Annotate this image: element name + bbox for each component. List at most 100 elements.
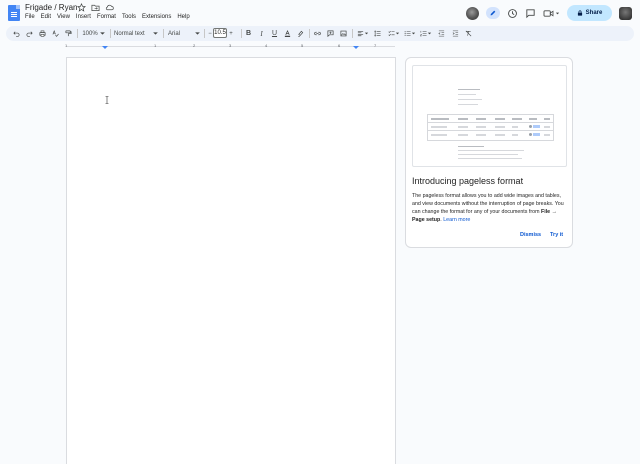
table-cell xyxy=(476,126,486,128)
illustration-table xyxy=(427,114,554,141)
illustration-line xyxy=(458,154,518,155)
formatting-toolbar: 100% Normal text Arial − 10.5 + B I U xyxy=(6,26,634,41)
paint-format-icon[interactable] xyxy=(64,26,73,41)
chevron-down-icon[interactable] xyxy=(99,26,106,41)
menu-edit[interactable]: Edit xyxy=(41,14,51,20)
italic-icon[interactable]: I xyxy=(257,26,266,41)
menu-format[interactable]: Format xyxy=(97,14,116,20)
docs-logo-icon[interactable] xyxy=(8,5,20,21)
share-label: Share xyxy=(585,10,603,16)
file-menu-reference: File xyxy=(540,209,551,215)
table-cell xyxy=(431,134,447,136)
table-cell xyxy=(458,134,468,136)
history-icon[interactable] xyxy=(507,8,518,19)
ruler: 1 1 2 3 4 5 6 7 xyxy=(0,43,640,51)
redo-icon[interactable] xyxy=(25,26,34,41)
title-bar: Frigade / Ryan File Edit View Insert For… xyxy=(0,0,640,26)
illustration-line xyxy=(458,94,476,95)
ruler-number: 2 xyxy=(193,43,196,48)
insert-image-icon[interactable] xyxy=(339,26,348,41)
zoom-select[interactable]: 100% xyxy=(81,26,99,41)
table-cell xyxy=(476,134,486,136)
table-dot xyxy=(529,133,532,136)
edit-mode-chip[interactable] xyxy=(486,7,500,19)
insert-comment-icon[interactable] xyxy=(326,26,335,41)
meet-button[interactable] xyxy=(543,9,560,18)
chevron-down-icon[interactable] xyxy=(411,26,416,41)
collaborator-avatar[interactable] xyxy=(466,6,479,20)
toolbar-separator xyxy=(309,29,310,38)
decrease-indent-icon[interactable] xyxy=(437,26,446,41)
clear-formatting-icon[interactable] xyxy=(464,26,473,41)
illustration-line xyxy=(458,150,524,151)
menu-bar: File Edit View Insert Format Tools Exten… xyxy=(25,14,196,20)
menu-tools[interactable]: Tools xyxy=(122,14,136,20)
page-setup-reference: Page setup xyxy=(412,217,441,223)
text-cursor-icon xyxy=(105,96,109,104)
line-spacing-icon[interactable] xyxy=(373,26,382,41)
panel-title: Introducing pageless format xyxy=(412,176,524,186)
insert-link-icon[interactable] xyxy=(313,26,322,41)
undo-icon[interactable] xyxy=(12,26,21,41)
illustration-line xyxy=(458,146,484,147)
star-icon[interactable] xyxy=(77,3,86,12)
ruler-number: 3 xyxy=(229,43,232,48)
document-page[interactable] xyxy=(66,57,396,464)
move-to-folder-icon[interactable] xyxy=(91,3,100,12)
highlight-color-icon[interactable] xyxy=(296,26,305,41)
right-indent-marker[interactable] xyxy=(353,46,359,49)
menu-file[interactable]: File xyxy=(25,14,35,20)
account-avatar[interactable] xyxy=(619,6,632,20)
cloud-saved-icon[interactable] xyxy=(105,3,114,12)
menu-view[interactable]: View xyxy=(57,14,70,20)
font-size-input[interactable]: 10.5 xyxy=(213,28,227,38)
menu-insert[interactable]: Insert xyxy=(76,14,91,20)
ruler-number: 1 xyxy=(65,43,68,48)
increase-indent-icon[interactable] xyxy=(451,26,460,41)
table-highlight xyxy=(533,125,540,128)
menu-extensions[interactable]: Extensions xyxy=(142,14,171,20)
toolbar-separator xyxy=(110,29,111,38)
paragraph-style-select[interactable]: Normal text xyxy=(114,26,152,41)
table-cell xyxy=(495,126,505,128)
header-right-tools: Share xyxy=(466,4,632,22)
text-color-icon[interactable] xyxy=(283,26,292,41)
increase-font-size-button[interactable]: + xyxy=(228,26,234,41)
bold-icon[interactable]: B xyxy=(244,26,253,41)
table-cell xyxy=(495,118,505,120)
spellcheck-icon[interactable] xyxy=(51,26,60,41)
chevron-down-icon[interactable] xyxy=(194,26,201,41)
ruler-number: 1 xyxy=(154,43,157,48)
ruler-number: 4 xyxy=(265,43,268,48)
pageless-illustration xyxy=(412,65,567,167)
table-highlight xyxy=(533,133,540,136)
ruler-number: 7 xyxy=(374,43,377,48)
ruler-number: 6 xyxy=(338,43,341,48)
table-cell xyxy=(544,134,550,136)
chevron-down-icon[interactable] xyxy=(152,26,159,41)
print-icon[interactable] xyxy=(38,26,47,41)
table-cell xyxy=(431,126,447,128)
document-title[interactable]: Frigade / Ryan xyxy=(25,3,77,12)
underline-icon[interactable]: U xyxy=(270,26,279,41)
dismiss-button[interactable]: Dismiss xyxy=(520,232,541,238)
try-it-button[interactable]: Try it xyxy=(550,232,563,238)
learn-more-link[interactable]: Learn more xyxy=(443,217,470,223)
meet-icon xyxy=(543,9,554,17)
arrow-text: → xyxy=(550,209,557,215)
toolbar-separator xyxy=(77,29,78,38)
table-cell xyxy=(476,118,486,120)
chevron-down-icon[interactable] xyxy=(364,26,369,41)
font-select[interactable]: Arial xyxy=(168,26,194,41)
table-cell xyxy=(495,134,505,136)
share-button[interactable]: Share xyxy=(567,5,612,21)
illustration-line xyxy=(458,99,482,100)
menu-help[interactable]: Help xyxy=(177,14,189,20)
toolbar-separator xyxy=(352,29,353,38)
table-cell xyxy=(512,134,518,136)
comment-icon[interactable] xyxy=(525,8,536,19)
chevron-down-icon[interactable] xyxy=(427,26,432,41)
table-cell xyxy=(458,118,468,120)
chevron-down-icon[interactable] xyxy=(395,26,400,41)
left-indent-marker[interactable] xyxy=(102,46,108,49)
